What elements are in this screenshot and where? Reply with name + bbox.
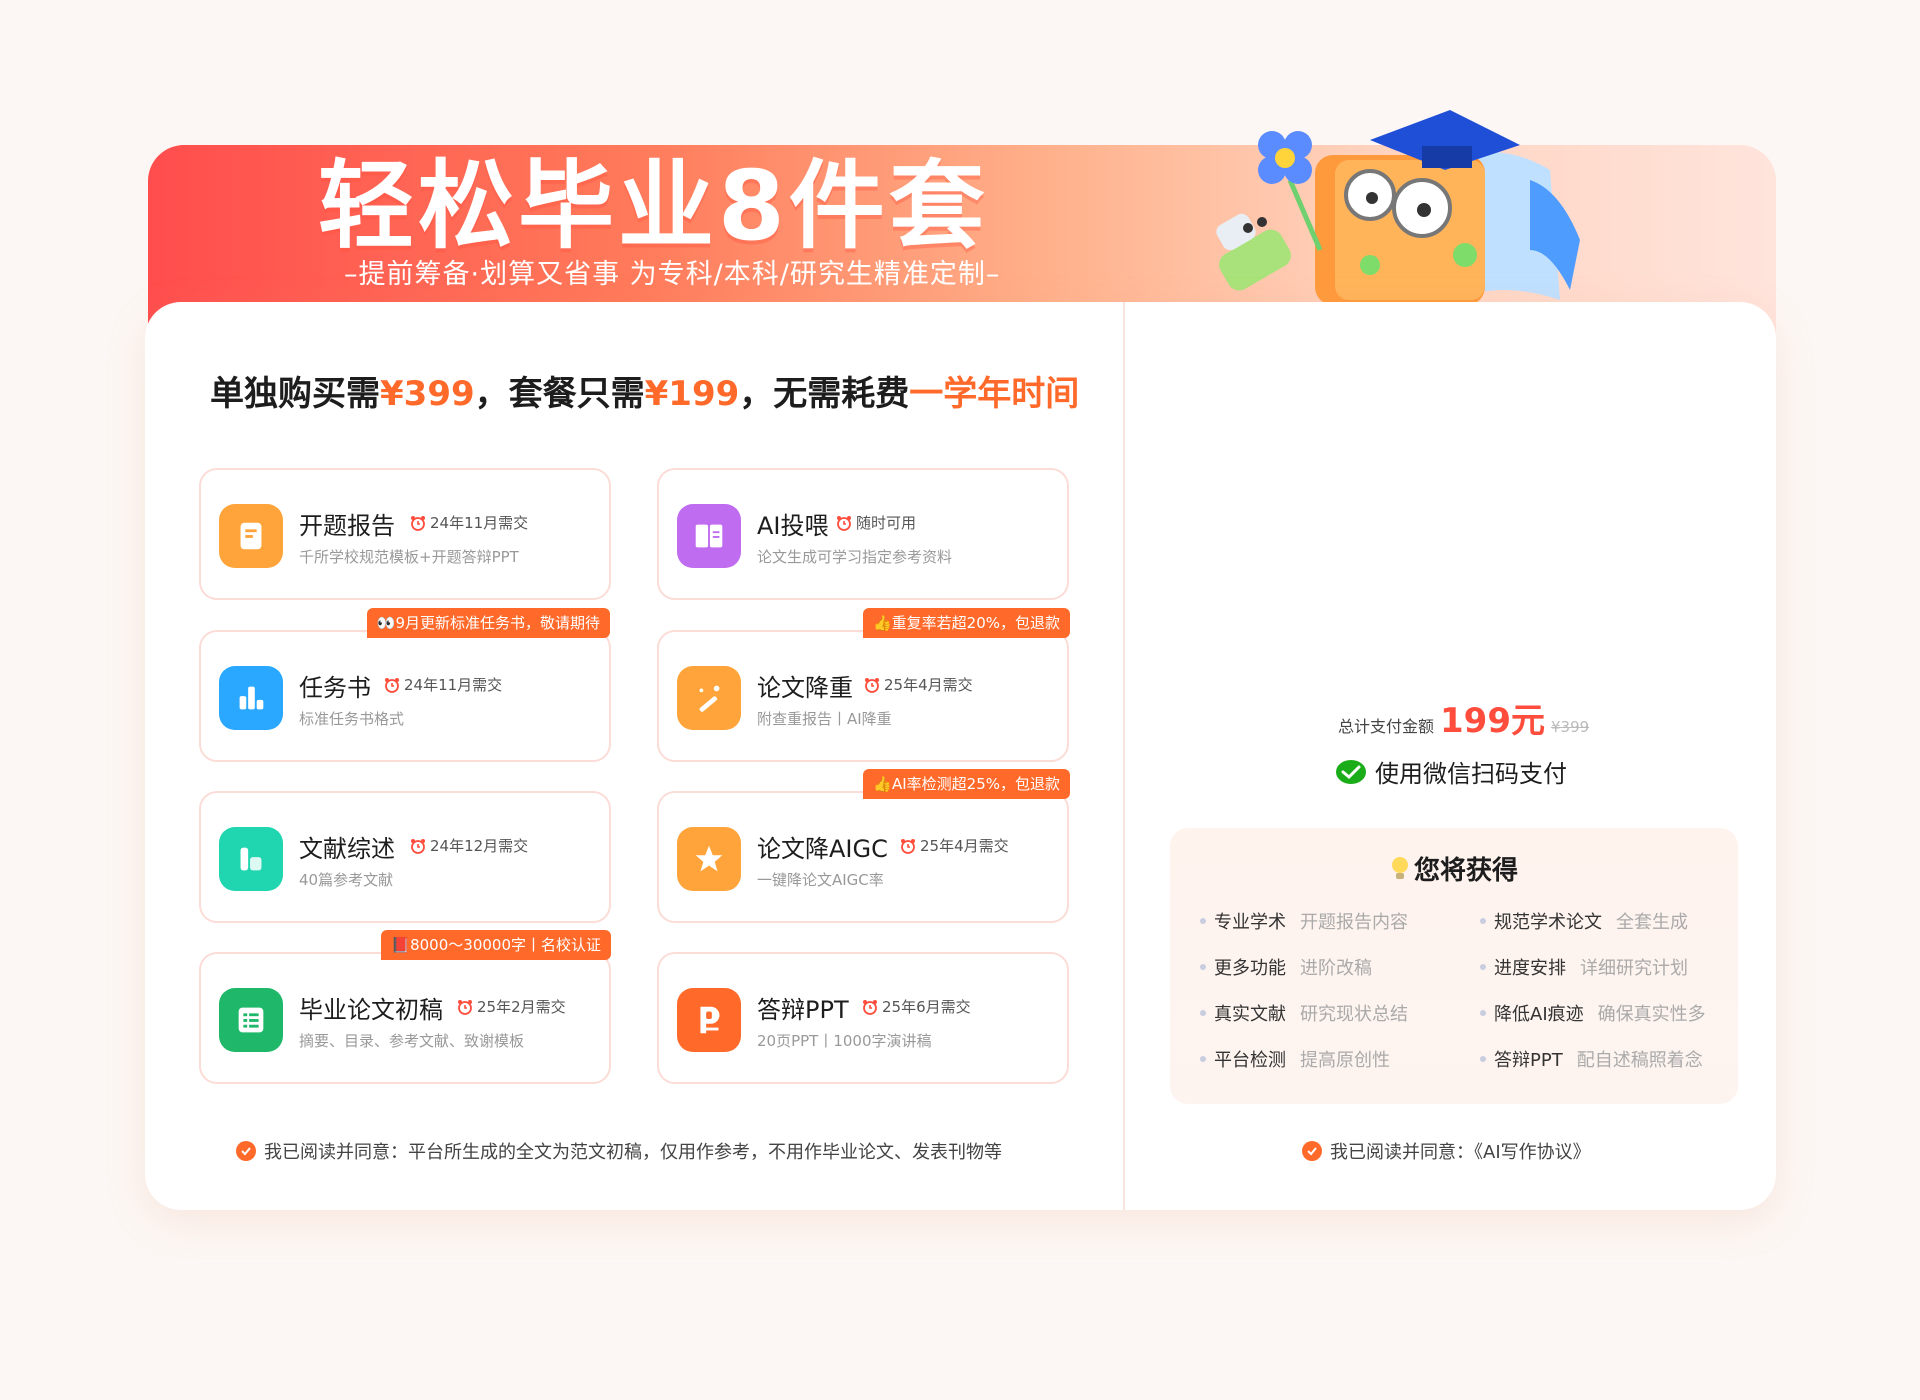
- benefit-item: 专业学术 开题报告内容: [1200, 908, 1408, 934]
- benefits-title: 您将获得: [1170, 850, 1738, 887]
- alarm-clock-icon: [863, 999, 877, 1015]
- agreement-left[interactable]: 我已阅读并同意：平台所生成的全文为范文初稿，仅用作参考，不用作毕业论文、发表刊物…: [236, 1138, 1002, 1164]
- feature-card[interactable]: 任务书 24年11月需交标准任务书格式: [199, 630, 611, 762]
- bullet-icon: [1480, 1056, 1486, 1062]
- layers-icon: [219, 827, 283, 891]
- benefit-item: 规范学术论文 全套生成: [1480, 908, 1688, 934]
- total-row: 总计支付金额 199元 ¥399: [1338, 693, 1589, 742]
- alarm-clock-icon: [865, 677, 879, 693]
- alarm-clock-icon: [385, 677, 399, 693]
- feature-due: 25年6月需交: [862, 996, 971, 1017]
- benefits-panel: 您将获得 专业学术 开题报告内容 规范学术论文 全套生成更多功能 进阶改稿 进度安排 详细研…: [1170, 828, 1738, 1104]
- agreement-left-text: 我已阅读并同意：平台所生成的全文为范文初稿，仅用作参考，不用作毕业论文、发表刊物…: [264, 1142, 1002, 1163]
- alarm-clock-icon: [837, 515, 851, 531]
- feature-due: 24年11月需交: [410, 512, 528, 533]
- feature-title: 论文降重: [757, 674, 853, 702]
- alarm-clock-icon: [411, 515, 425, 531]
- bullet-icon: [1200, 964, 1206, 970]
- feature-desc: 标准任务书格式: [299, 710, 405, 728]
- total-price: 199元: [1440, 701, 1545, 741]
- feature-card[interactable]: 毕业论文初稿 25年2月需交摘要、目录、参考文献、致谢模板: [199, 952, 611, 1084]
- benefit-item: 真实文献 研究现状总结: [1200, 1000, 1408, 1026]
- feature-card[interactable]: 文献综述 24年12月需交 40篇参考文献: [199, 791, 611, 923]
- feature-due: 25年4月需交: [900, 835, 1009, 856]
- banner-subtitle: –提前筹备·划算又省事 为专科/本科/研究生精准定制–: [344, 259, 1001, 290]
- feature-desc: 千所学校规范模板+开题答辩PPT: [299, 548, 519, 566]
- agreement-right-text[interactable]: 我已阅读并同意：《AI写作协议》: [1330, 1138, 1591, 1164]
- feature-badge: 👀9月更新标准任务书，敬请期待: [366, 608, 610, 638]
- bullet-icon: [1200, 918, 1206, 924]
- price-headline: 单独购买需¥399，套餐只需¥199，无需耗费一学年时间: [210, 374, 1080, 414]
- card-divider: [1123, 302, 1125, 1210]
- feature-card[interactable]: 开题报告 24年11月需交千所学校规范模板+开题答辩PPT: [199, 468, 611, 600]
- feature-title: 答辩PPT: [757, 996, 849, 1024]
- benefit-item: 进度安排 详细研究计划: [1480, 954, 1688, 980]
- scroll-icon: [219, 504, 283, 568]
- bullet-icon: [1200, 1056, 1206, 1062]
- feature-badge: 👍AI率检测超25%，包退款: [863, 769, 1070, 799]
- feature-desc: 一键降论文AIGC率: [757, 871, 884, 889]
- alarm-clock-icon: [901, 838, 915, 854]
- feature-desc: 40篇参考文献: [299, 871, 394, 889]
- pay-label: 使用微信扫码支付: [1375, 760, 1567, 788]
- feature-badge: 📕8000～30000字丨名校认证: [381, 930, 611, 960]
- book-icon: [677, 504, 741, 568]
- feature-card[interactable]: 论文降AIGC 25年4月需交 一键降论文AIGC率: [657, 791, 1069, 923]
- bullet-icon: [1480, 1010, 1486, 1016]
- feature-due: 24年12月需交: [410, 835, 528, 856]
- alarm-clock-icon: [458, 999, 472, 1015]
- wechat-icon: [1336, 759, 1366, 784]
- benefit-item: 答辩PPT 配自述稿照着念: [1480, 1046, 1703, 1072]
- benefit-item: 平台检测 提高原创性: [1200, 1046, 1390, 1072]
- check-icon[interactable]: [1302, 1141, 1322, 1161]
- mascot-illustration-icon: [1216, 110, 1580, 305]
- feature-badge: 👍重复率若超20%，包退款: [862, 608, 1070, 638]
- feature-due: 随时可用: [836, 512, 916, 533]
- feature-desc: 论文生成可学习指定参考资料: [757, 548, 953, 566]
- bar-chart-icon: [219, 666, 283, 730]
- total-label: 总计支付金额: [1338, 717, 1435, 736]
- lightbulb-icon: [1391, 857, 1408, 879]
- bullet-icon: [1200, 1010, 1206, 1016]
- feature-title: 文献综述: [299, 835, 395, 863]
- ppt-icon: [677, 988, 741, 1052]
- bullet-icon: [1480, 918, 1486, 924]
- feature-title: 任务书: [299, 674, 371, 702]
- feature-title: AI投喂: [757, 512, 829, 540]
- original-price: ¥399: [1551, 718, 1590, 736]
- benefit-item: 降低AI痕迹 确保真实性多: [1480, 1000, 1706, 1026]
- document-list-icon: [219, 988, 283, 1052]
- feature-desc: 摘要、目录、参考文献、致谢模板: [299, 1032, 525, 1050]
- feature-desc: 附查重报告丨AI降重: [757, 710, 892, 728]
- star-icon: [677, 827, 741, 891]
- benefit-item: 更多功能 进阶改稿: [1200, 954, 1372, 980]
- alarm-clock-icon: [411, 838, 425, 854]
- feature-due: 25年4月需交: [864, 674, 973, 695]
- agreement-right[interactable]: 我已阅读并同意：《AI写作协议》: [1302, 1138, 1591, 1164]
- check-icon[interactable]: [236, 1141, 256, 1161]
- feature-card[interactable]: 答辩PPT 25年6月需交 20页PPT丨1000字演讲稿: [657, 952, 1069, 1084]
- feature-title: 开题报告: [299, 512, 395, 540]
- feature-due: 24年11月需交: [384, 674, 502, 695]
- feature-card[interactable]: AI投喂 随时可用论文生成可学习指定参考资料: [657, 468, 1069, 600]
- feature-desc: 20页PPT丨1000字演讲稿: [757, 1032, 932, 1050]
- feature-card[interactable]: 论文降重 25年4月需交附查重报告丨AI降重: [657, 630, 1069, 762]
- magic-wand-icon: [677, 666, 741, 730]
- feature-title: 论文降AIGC: [757, 835, 888, 863]
- banner-title: 轻松毕业8件套: [318, 150, 989, 262]
- bullet-icon: [1480, 964, 1486, 970]
- feature-due: 25年2月需交: [457, 996, 566, 1017]
- wechat-pay-row: 使用微信扫码支付: [1335, 754, 1567, 789]
- feature-title: 毕业论文初稿: [299, 996, 443, 1024]
